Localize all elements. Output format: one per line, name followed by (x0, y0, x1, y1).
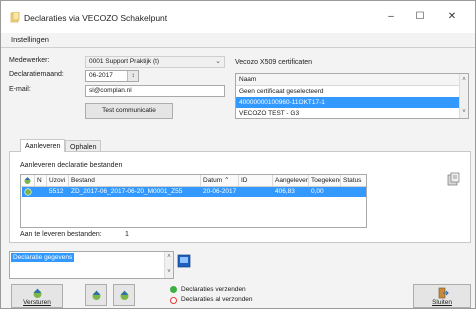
upload-icon (92, 290, 101, 300)
ok-status-icon (170, 286, 177, 293)
medewerker-label: Medewerker: (9, 57, 50, 64)
email-label: E-mail: (9, 86, 31, 93)
row-status-icon (22, 187, 35, 197)
maximize-icon[interactable]: ☐ (408, 9, 432, 25)
upload-icon (24, 177, 31, 184)
declaratiemaand-value: 06-2017 (89, 72, 113, 79)
menu-instellingen[interactable]: Instellingen (11, 35, 49, 44)
send-icon (33, 288, 42, 298)
scroll-down-icon[interactable]: ˅ (165, 268, 173, 277)
col-datum: Datum ⌃ (201, 175, 239, 186)
upload-all-button[interactable] (113, 284, 135, 306)
row-bestand: ZD_2017-06_2017-06-20_M0001_Z55 (71, 188, 183, 195)
row-aangeleverd: 406,83 (275, 188, 295, 195)
certificates-list[interactable]: Naam Geen certificaat geselecteerd 40000… (235, 73, 469, 119)
medewerker-select[interactable]: 0001 Support Praktijk (t) ⌄ (85, 56, 225, 68)
certificate-item[interactable]: VECOZO TEST - G3 (236, 108, 468, 118)
col-bestand: Bestand (69, 175, 201, 186)
declaratiemaand-field[interactable]: 06-2017 ↕ (85, 70, 139, 82)
book-icon[interactable] (177, 254, 191, 268)
col-aangeleverd: Aangeleverd (273, 175, 309, 186)
row-uzovi: 5512 (49, 188, 64, 195)
row-status (341, 187, 366, 197)
row-n (35, 187, 47, 197)
legend-sent: Declaraties al verzonden (181, 296, 253, 303)
upload-icon (120, 290, 129, 300)
certificates-title: Vecozo X509 certificaten (235, 59, 313, 66)
minimize-icon[interactable]: – (379, 9, 403, 25)
scroll-up-icon[interactable]: ˄ (460, 76, 468, 85)
window-title: Declaraties via VECOZO Schakelpunt (24, 13, 168, 23)
col-status: Status (341, 175, 366, 186)
memo-selected-text: Declaratie gegevens (11, 253, 75, 262)
col-n: N (35, 175, 47, 186)
tab-aanleveren[interactable]: Aanleveren (20, 139, 66, 152)
count-label: Aan te leveren bestanden: (20, 231, 102, 238)
col-toegekend: Toegekend (309, 175, 341, 186)
col-id: ID (239, 175, 273, 186)
title-bar: Declaraties via VECOZO Schakelpunt – ☐ ✕ (1, 1, 475, 33)
email-field[interactable]: sl@complan.nl (85, 85, 225, 97)
declaratiemaand-label: Declaratiemaand: (9, 71, 64, 78)
memo-scrollbar[interactable]: ˄ ˅ (164, 252, 173, 278)
close-icon[interactable]: ✕ (440, 9, 464, 25)
spin-icon[interactable]: ↕ (127, 71, 138, 81)
menu-bar: Instellingen (1, 33, 475, 47)
email-value: sl@complan.nl (89, 87, 132, 94)
row-toegekend: 0,00 (311, 188, 324, 195)
certificate-item[interactable]: Geen certificaat geselecteerd (236, 86, 468, 97)
legend-send: Declaraties verzenden (181, 286, 246, 293)
declaratie-memo[interactable]: Declaratie gegevens ˄ ˅ (9, 251, 174, 279)
sort-icon: ⌃ (223, 177, 230, 184)
vertical-scrollbar[interactable]: ˄ ˅ (459, 74, 468, 118)
medewerker-value: 0001 Support Praktijk (t) (89, 58, 160, 65)
chevron-down-icon: ⌄ (215, 58, 221, 65)
versturen-label: Versturen (23, 299, 51, 306)
versturen-button[interactable]: Versturen (11, 284, 63, 308)
test-communicatie-button[interactable]: Test communicatie (85, 103, 173, 119)
stop-status-icon (170, 297, 177, 304)
scroll-up-icon[interactable]: ˄ (165, 253, 173, 262)
main-window: Declaraties via VECOZO Schakelpunt – ☐ ✕… (0, 0, 476, 309)
app-icon (10, 12, 20, 23)
row-id (239, 187, 273, 197)
col-icon (21, 175, 35, 186)
certificates-column-naam: Naam (236, 74, 468, 86)
col-uzovi: Uzovi (47, 175, 69, 186)
count-value: 1 (125, 231, 129, 238)
section-title: Aanleveren declaratie bestanden (20, 162, 123, 169)
scroll-down-icon[interactable]: ˅ (460, 108, 468, 117)
row-datum: 20-06-2017 (203, 188, 237, 195)
sluiten-label: Sluiten (432, 299, 452, 306)
export-icon[interactable] (446, 172, 461, 187)
aanleveren-panel: Aanleveren declaratie bestanden N Uzovi … (9, 151, 471, 243)
divider (1, 47, 475, 48)
sluiten-button[interactable]: Sluiten (413, 284, 471, 308)
upload-button[interactable] (85, 284, 107, 306)
exit-icon (438, 287, 449, 299)
certificate-item[interactable]: 40000000100960-11OKT17-1 (236, 97, 468, 108)
files-grid[interactable]: N Uzovi Bestand Datum ⌃ ID Aangeleverd T… (20, 174, 367, 228)
